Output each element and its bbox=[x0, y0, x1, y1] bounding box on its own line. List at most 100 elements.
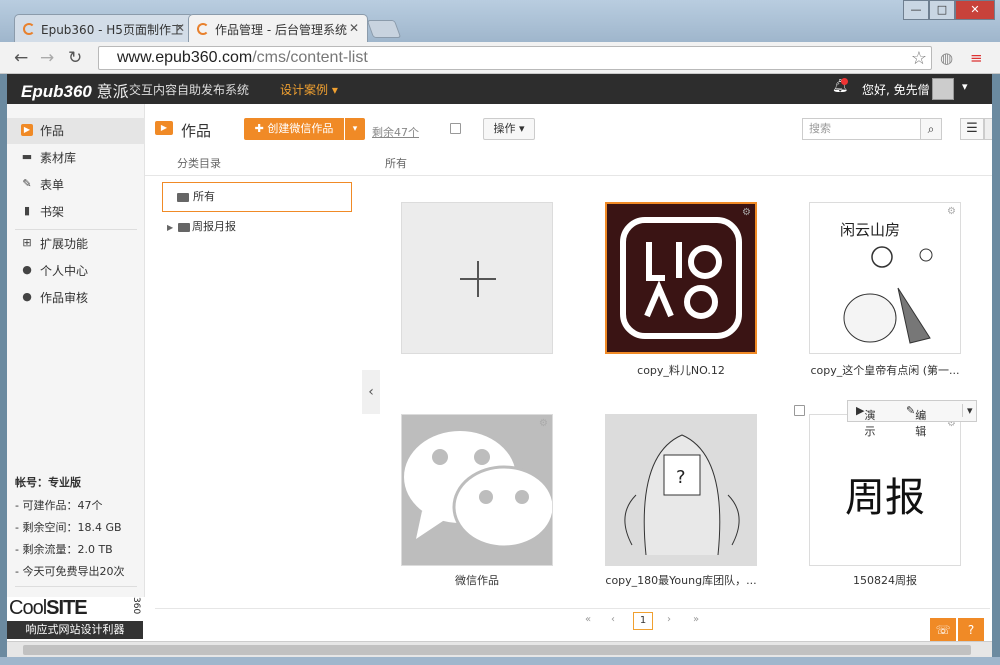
sidebar-item-bookshelf[interactable]: ▮ 书架 bbox=[7, 199, 145, 225]
contact-icon[interactable]: ☏ bbox=[930, 618, 956, 641]
url-path: /cms/content-list bbox=[252, 49, 368, 66]
search-input[interactable]: 搜索 bbox=[802, 118, 921, 140]
globe-icon[interactable]: ◍ bbox=[940, 48, 953, 68]
coolsite-tagline: 响应式网站设计利器 bbox=[7, 621, 143, 639]
work-card-title[interactable]: 微信作品 bbox=[387, 572, 567, 588]
address-bar[interactable]: www.epub360.com/cms/content-list ☆ bbox=[98, 46, 932, 70]
account-line: - 剩余空间：18.4 GB bbox=[15, 521, 122, 534]
maximize-button[interactable]: □ bbox=[929, 0, 955, 20]
gear-icon[interactable]: ⚙ bbox=[947, 206, 956, 217]
gear-icon[interactable]: ⚙ bbox=[742, 207, 751, 218]
epub360-logo[interactable]: Epub360 意派 bbox=[21, 78, 129, 102]
gear-icon[interactable]: ⚙ bbox=[539, 418, 548, 429]
expand-arrow-icon[interactable]: ▶ bbox=[167, 217, 173, 239]
account-title: 帐号：专业版 bbox=[15, 476, 81, 489]
scrollbar-thumb[interactable] bbox=[23, 645, 971, 655]
sidebar-item-label: 扩展功能 bbox=[40, 237, 89, 251]
create-wechat-work-button[interactable]: ✚ 创建微信作品 bbox=[244, 118, 344, 140]
sidebar-item-works[interactable]: ▶ 作品 bbox=[7, 118, 145, 144]
close-tab-icon[interactable]: ✕ bbox=[349, 21, 359, 35]
create-dropdown-button[interactable]: ▾ bbox=[345, 118, 365, 140]
coolsite-promo[interactable]: CoolSITE 360 响应式网站设计利器 bbox=[7, 597, 145, 641]
epub-favicon-icon bbox=[23, 23, 35, 35]
wechat-cover-image bbox=[404, 431, 552, 549]
work-card-title[interactable]: copy_这个皇帝有点闲 (第一... bbox=[795, 362, 975, 378]
pager-first[interactable]: « bbox=[585, 614, 591, 625]
folder-icon bbox=[178, 223, 190, 232]
sidebar-item-extensions[interactable]: ⊞ 扩展功能 bbox=[7, 231, 145, 257]
select-all-checkbox[interactable] bbox=[450, 123, 461, 134]
svg-text:?: ? bbox=[676, 467, 686, 488]
work-card-title[interactable]: 150824周报 bbox=[795, 572, 975, 588]
demo-button[interactable]: ▶ 演示 bbox=[856, 404, 875, 438]
search-icon[interactable]: ⌕ bbox=[920, 118, 942, 140]
tree-item-label: 所有 bbox=[193, 190, 215, 203]
tree-item-all[interactable]: 所有 bbox=[162, 182, 352, 212]
browser-tab-epub360[interactable]: Epub360 - H5页面制作工 ✕ bbox=[14, 14, 194, 42]
new-tab-button[interactable] bbox=[366, 20, 402, 38]
avatar[interactable] bbox=[932, 78, 954, 100]
horizontal-scrollbar[interactable] bbox=[7, 641, 992, 657]
sidebar-item-review[interactable]: ● 作品审核 bbox=[7, 285, 145, 311]
tree-item-label: 周报月报 bbox=[192, 220, 236, 233]
liao-cover-image bbox=[620, 217, 742, 339]
back-icon[interactable]: ← bbox=[14, 48, 28, 68]
work-card-title[interactable]: copy_料儿NO.12 bbox=[591, 362, 771, 378]
collapse-panel-button[interactable]: ‹ bbox=[362, 370, 380, 414]
minimize-button[interactable]: — bbox=[903, 0, 929, 20]
work-card[interactable]: 闲云山房 ⚙ bbox=[809, 202, 961, 354]
browser-tab-content-manage[interactable]: 作品管理 - 后台管理系统 ✕ bbox=[188, 14, 368, 42]
account-line: - 今天可免费导出20次 bbox=[15, 565, 125, 578]
card-more-dropdown[interactable]: ▾ bbox=[962, 404, 973, 417]
pager-next[interactable]: › bbox=[667, 614, 671, 625]
work-card[interactable]: ⚙ bbox=[605, 202, 757, 354]
user-icon: ● bbox=[22, 263, 32, 276]
tab-label: Epub360 - H5页面制作工 bbox=[41, 23, 183, 37]
sidebar-item-forms[interactable]: ✎ 表单 bbox=[7, 172, 145, 198]
browser-toolbar: ← → ↻ www.epub360.com/cms/content-list ☆… bbox=[0, 42, 1000, 74]
work-card-title[interactable]: copy_180最Young库团队，... bbox=[591, 572, 771, 588]
list-view-icon[interactable]: ☰ bbox=[960, 118, 984, 140]
card-select-checkbox[interactable] bbox=[794, 405, 805, 416]
sidebar-item-profile[interactable]: ● 个人中心 bbox=[7, 258, 145, 284]
category-header: 分类目录 bbox=[177, 157, 221, 170]
work-card[interactable]: 周报 ⚙ bbox=[809, 414, 961, 566]
column-headers: 分类目录 所有 bbox=[145, 148, 992, 176]
work-card[interactable]: ⚙ bbox=[401, 414, 553, 566]
pager-prev[interactable]: ‹ bbox=[611, 614, 615, 625]
help-button[interactable]: ? bbox=[958, 618, 984, 641]
menu-icon[interactable]: ≡ bbox=[970, 48, 983, 68]
design-cases-menu[interactable]: 设计案例 ▾ bbox=[280, 81, 338, 98]
reload-icon[interactable]: ↻ bbox=[68, 48, 82, 68]
page-title: 作品 bbox=[181, 122, 212, 140]
close-tab-icon[interactable]: ✕ bbox=[175, 21, 185, 35]
browser-titlebar: Epub360 - H5页面制作工 ✕ 作品管理 - 后台管理系统 ✕ — □ … bbox=[0, 0, 1000, 42]
tree-item-weekly-monthly[interactable]: ▶ 周报月报 bbox=[165, 216, 355, 238]
remaining-link[interactable]: 剩余47个 bbox=[372, 124, 419, 140]
grid-view-button[interactable] bbox=[984, 118, 992, 140]
pager-current[interactable]: 1 bbox=[633, 612, 653, 630]
edit-icon: ✎ bbox=[22, 177, 32, 190]
close-window-button[interactable]: ✕ bbox=[955, 0, 995, 20]
plus-icon bbox=[460, 261, 496, 297]
sketch-cover-image: 闲云山房 bbox=[840, 221, 933, 344]
sidebar-item-assets[interactable]: ▬ 素材库 bbox=[7, 145, 145, 171]
forward-icon[interactable]: → bbox=[40, 48, 54, 68]
card-action-bar: ▶ 演示 ✎ 编辑 ▾ bbox=[847, 400, 977, 438]
sidebar-item-label: 作品 bbox=[40, 124, 65, 138]
book-icon: ▮ bbox=[23, 204, 31, 217]
bookmark-star-icon[interactable]: ☆ bbox=[911, 47, 927, 69]
pager-last[interactable]: » bbox=[693, 614, 699, 625]
chevron-down-icon[interactable]: ▾ bbox=[962, 80, 968, 93]
operation-button[interactable]: 操作 ▾ bbox=[483, 118, 535, 140]
sitemap-icon: ⊞ bbox=[22, 236, 32, 249]
bell-icon[interactable]: 🔔︎ bbox=[832, 78, 849, 94]
add-work-card[interactable] bbox=[401, 202, 553, 354]
app-header: Epub360 意派 交互内容自助发布系统 设计案例 ▾ 🔔︎ 您好, 免先僧 … bbox=[7, 74, 992, 104]
sidebar-item-label: 表单 bbox=[40, 178, 65, 192]
folder-icon: ▬ bbox=[21, 150, 33, 163]
work-card[interactable]: ? bbox=[605, 414, 757, 566]
user-greeting[interactable]: 您好, 免先僧 bbox=[862, 81, 930, 98]
all-header: 所有 bbox=[385, 157, 407, 170]
edit-button[interactable]: ✎ 编辑 bbox=[906, 404, 926, 438]
